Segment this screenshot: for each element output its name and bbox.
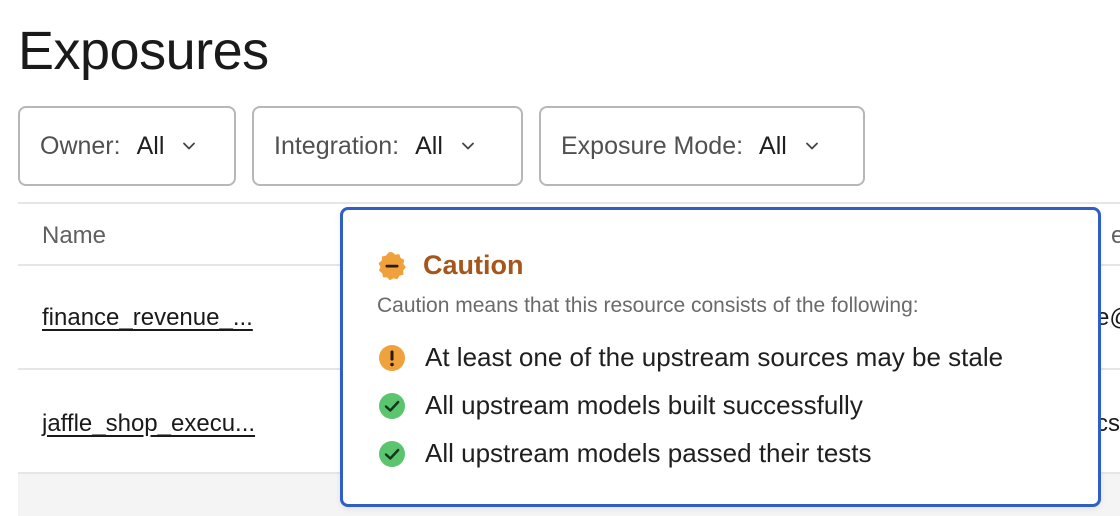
exposure-mode-filter[interactable]: Exposure Mode: All	[539, 106, 865, 186]
integration-filter[interactable]: Integration: All	[252, 106, 523, 186]
exposure-link[interactable]: finance_revenue_...	[42, 304, 253, 332]
status-item: All upstream models passed their tests	[377, 438, 872, 469]
divider	[18, 202, 1120, 204]
integration-filter-label: Integration:	[274, 131, 400, 160]
tooltip-description: Caution means that this resource consist…	[377, 294, 919, 317]
warning-icon	[379, 344, 405, 371]
status-item: All upstream models built successfully	[377, 390, 863, 421]
status-item-text: All upstream models built successfully	[425, 390, 863, 420]
status-item-text: At least one of the upstream sources may…	[425, 342, 1004, 372]
check-circle-icon	[379, 392, 405, 419]
exposures-page: Exposures Owner: All Integration: All Ex…	[0, 0, 1120, 516]
caution-badge-icon	[378, 251, 406, 280]
exposure-link[interactable]: jaffle_shop_execu...	[42, 410, 255, 438]
column-header-name[interactable]: Name	[42, 222, 106, 250]
tooltip-header: Caution	[377, 250, 524, 281]
page-title: Exposures	[18, 21, 269, 81]
owner-filter[interactable]: Owner: All	[18, 106, 236, 186]
chevron-down-icon	[183, 142, 196, 150]
exposure-mode-filter-value: All	[759, 131, 787, 160]
tooltip-title: Caution	[423, 250, 524, 280]
owner-filter-label: Owner:	[40, 131, 121, 160]
owner-filter-value: All	[136, 131, 165, 160]
caution-tooltip: Caution Caution means that this resource…	[340, 207, 1101, 507]
exposure-mode-filter-label: Exposure Mode:	[561, 131, 744, 160]
chevron-down-icon	[461, 142, 474, 150]
status-item-text: All upstream models passed their tests	[425, 438, 872, 468]
integration-filter-value: All	[415, 131, 443, 160]
check-circle-icon	[379, 440, 405, 467]
column-header-partial[interactable]: e	[1111, 222, 1120, 250]
status-item: At least one of the upstream sources may…	[377, 342, 1003, 373]
chevron-down-icon	[805, 142, 818, 150]
